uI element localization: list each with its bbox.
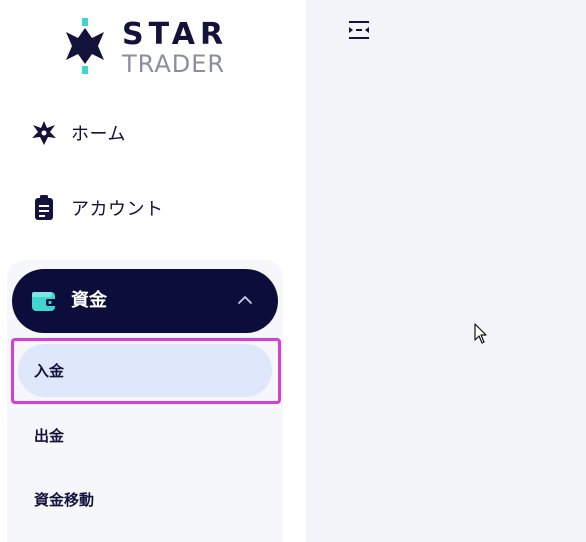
- brand-name-top: STAR: [122, 17, 229, 52]
- sub-item-withdraw[interactable]: 出金: [18, 414, 272, 454]
- nav-item-funds[interactable]: 資金: [12, 269, 278, 333]
- focus-highlight: [11, 338, 281, 404]
- star-logo-icon: [66, 18, 104, 74]
- nav-item-label: アカウント: [71, 199, 164, 220]
- clipboard-icon: [30, 194, 58, 222]
- nav-item-home[interactable]: ホーム: [30, 113, 126, 153]
- sub-item-transfer[interactable]: 資金移動: [18, 478, 272, 518]
- nav-item-label: ホーム: [71, 124, 126, 145]
- star-burst-icon: [30, 119, 58, 147]
- brand-name-bottom: TRADER: [122, 50, 226, 78]
- sidebar-collapse-icon: [349, 21, 369, 39]
- wallet-icon: [30, 287, 58, 315]
- sidebar: STAR TRADER ホーム アカウント 資金 入金 出金 資金移動: [0, 0, 306, 542]
- sub-item-label: 出金: [34, 427, 65, 445]
- sub-item-label: 資金移動: [34, 491, 95, 509]
- sidebar-toggle-button[interactable]: [348, 20, 372, 40]
- main-content: [306, 0, 586, 542]
- chevron-up-icon: [238, 296, 252, 304]
- brand-logo[interactable]: STAR TRADER: [60, 18, 240, 78]
- nav-item-label: 資金: [71, 290, 107, 311]
- mouse-pointer-icon: [474, 323, 487, 344]
- nav-item-account[interactable]: アカウント: [30, 188, 164, 228]
